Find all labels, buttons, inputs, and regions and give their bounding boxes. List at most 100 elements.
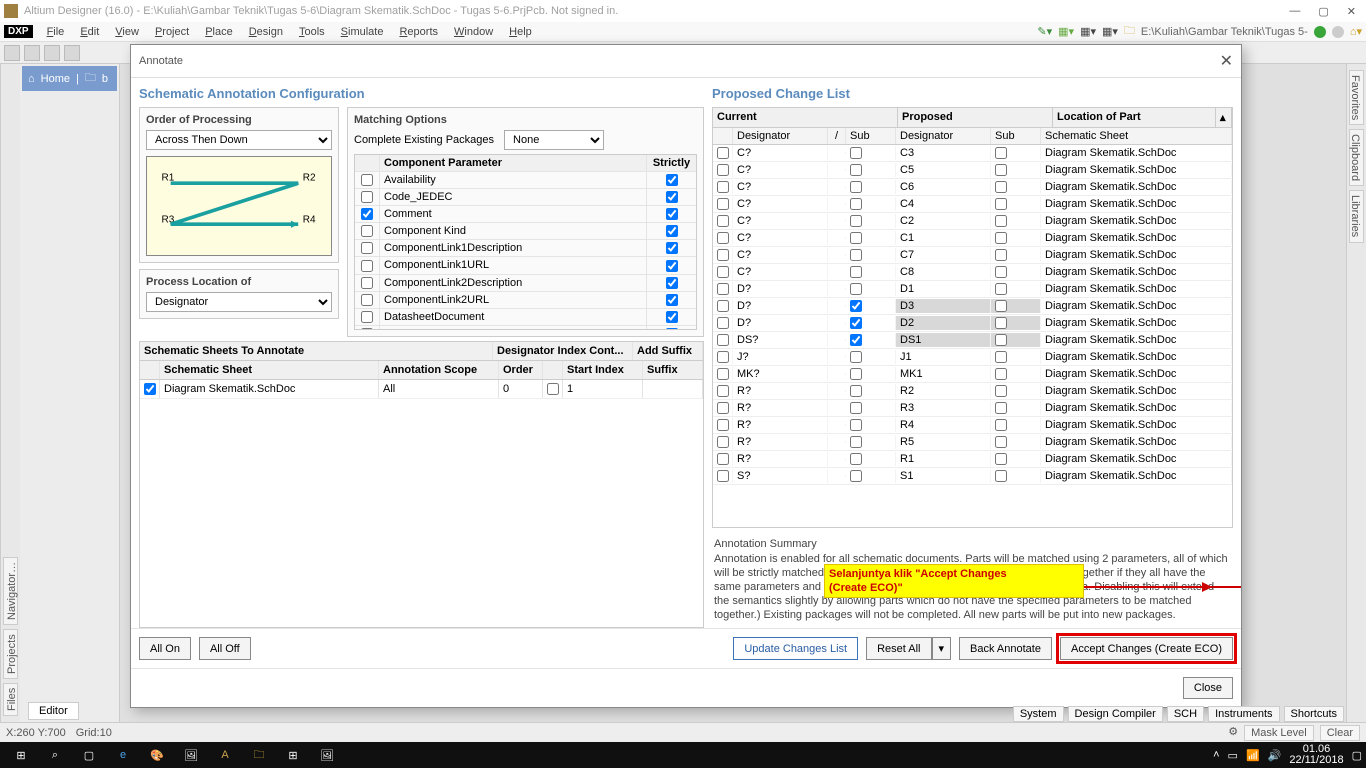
update-changes-button[interactable]: Update Changes List bbox=[733, 637, 858, 660]
matching-row[interactable]: DatasheetVersion bbox=[355, 326, 696, 330]
proposed-row[interactable]: D? D3 Diagram Skematik.SchDoc bbox=[713, 298, 1232, 315]
dock-projects[interactable]: Projects bbox=[3, 629, 18, 679]
all-on-button[interactable]: All On bbox=[139, 637, 191, 660]
row-check[interactable] bbox=[717, 334, 729, 346]
sub-check[interactable] bbox=[850, 453, 862, 465]
new-file-icon[interactable] bbox=[4, 45, 20, 61]
col-param[interactable]: Component Parameter bbox=[379, 155, 646, 171]
sub-check[interactable] bbox=[850, 436, 862, 448]
strict-check[interactable] bbox=[666, 191, 678, 203]
menu-place[interactable]: Place bbox=[197, 26, 241, 38]
menu-reports[interactable]: Reports bbox=[391, 26, 446, 38]
app2-icon[interactable]: 🖼 bbox=[174, 744, 208, 766]
psub-check[interactable] bbox=[995, 164, 1007, 176]
psub-check[interactable] bbox=[995, 351, 1007, 363]
psub-check[interactable] bbox=[995, 283, 1007, 295]
sub-check[interactable] bbox=[850, 368, 862, 380]
taskview-icon[interactable]: ▢ bbox=[72, 744, 106, 766]
param-check[interactable] bbox=[361, 174, 373, 186]
dxp-menu[interactable]: DXP bbox=[4, 25, 33, 38]
row-check[interactable] bbox=[717, 283, 729, 295]
strict-check[interactable] bbox=[666, 294, 678, 306]
accept-changes-button[interactable]: Accept Changes (Create ECO) bbox=[1060, 637, 1233, 660]
search-icon[interactable]: ⌕ bbox=[38, 744, 72, 766]
status-chip-design-compiler[interactable]: Design Compiler bbox=[1068, 706, 1163, 722]
toolbar-icon3[interactable]: ▦▾ bbox=[1080, 25, 1096, 38]
menu-project[interactable]: Project bbox=[147, 26, 197, 38]
dock-favorites[interactable]: Favorites bbox=[1349, 70, 1364, 125]
proposed-row[interactable]: C? C1 Diagram Skematik.SchDoc bbox=[713, 230, 1232, 247]
sub-check[interactable] bbox=[850, 215, 862, 227]
col-dix[interactable]: Designator Index Cont... bbox=[493, 342, 633, 360]
menu-view[interactable]: View bbox=[107, 26, 147, 38]
photos-icon[interactable]: 🖼 bbox=[310, 744, 344, 766]
process-loc-select[interactable]: Designator bbox=[146, 292, 332, 312]
wifi-icon[interactable]: 📶 bbox=[1246, 749, 1260, 762]
sub-check[interactable] bbox=[850, 402, 862, 414]
status-chip-sch[interactable]: SCH bbox=[1167, 706, 1204, 722]
row-check[interactable] bbox=[717, 402, 729, 414]
proposed-row[interactable]: C? C2 Diagram Skematik.SchDoc bbox=[713, 213, 1232, 230]
back-annotate-button[interactable]: Back Annotate bbox=[959, 637, 1052, 660]
col-des-prop[interactable]: Designator bbox=[896, 128, 991, 144]
menu-window[interactable]: Window bbox=[446, 26, 501, 38]
col-sub-prop[interactable]: Sub bbox=[991, 128, 1041, 144]
menu-simulate[interactable]: Simulate bbox=[333, 26, 392, 38]
app1-icon[interactable]: 🎨 bbox=[140, 744, 174, 766]
matching-row[interactable]: Code_JEDEC bbox=[355, 189, 696, 206]
sub-check[interactable] bbox=[850, 317, 862, 329]
strict-check[interactable] bbox=[666, 277, 678, 289]
edge-icon[interactable]: e bbox=[106, 744, 140, 766]
gear-icon[interactable]: ⚙ bbox=[1228, 725, 1238, 741]
sub-check[interactable] bbox=[850, 266, 862, 278]
matching-row[interactable]: ComponentLink2URL bbox=[355, 292, 696, 309]
psub-check[interactable] bbox=[995, 368, 1007, 380]
col-suffix[interactable]: Suffix bbox=[643, 361, 703, 379]
row-check[interactable] bbox=[717, 470, 729, 482]
psub-check[interactable] bbox=[995, 232, 1007, 244]
sub-check[interactable] bbox=[850, 164, 862, 176]
scroll-up-icon[interactable]: ▴ bbox=[1216, 108, 1232, 127]
col-scope[interactable]: Annotation Scope bbox=[379, 361, 499, 379]
dock-clipboard[interactable]: Clipboard bbox=[1349, 129, 1364, 186]
row-check[interactable] bbox=[717, 368, 729, 380]
proposed-row[interactable]: D? D1 Diagram Skematik.SchDoc bbox=[713, 281, 1232, 298]
col-sheet2[interactable]: Schematic Sheet bbox=[1041, 128, 1232, 144]
proposed-row[interactable]: D? D2 Diagram Skematik.SchDoc bbox=[713, 315, 1232, 332]
editor-tab[interactable]: Editor bbox=[28, 702, 79, 720]
complete-select[interactable]: None bbox=[504, 130, 604, 150]
proposed-row[interactable]: J? J1 Diagram Skematik.SchDoc bbox=[713, 349, 1232, 366]
calc-icon[interactable]: ⊞ bbox=[276, 744, 310, 766]
start-button[interactable]: ⊞ bbox=[4, 744, 38, 766]
proposed-row[interactable]: C? C7 Diagram Skematik.SchDoc bbox=[713, 247, 1232, 264]
proposed-row[interactable]: C? C5 Diagram Skematik.SchDoc bbox=[713, 162, 1232, 179]
proposed-row[interactable]: R? R3 Diagram Skematik.SchDoc bbox=[713, 400, 1232, 417]
row-check[interactable] bbox=[717, 215, 729, 227]
row-check[interactable] bbox=[717, 351, 729, 363]
psub-check[interactable] bbox=[995, 453, 1007, 465]
param-check[interactable] bbox=[361, 208, 373, 220]
matching-row[interactable]: ComponentLink1Description bbox=[355, 240, 696, 257]
psub-check[interactable] bbox=[995, 470, 1007, 482]
col-sort[interactable]: / bbox=[828, 128, 846, 144]
toolbar-icon4[interactable]: ▦▾ bbox=[1102, 25, 1118, 38]
row-check[interactable] bbox=[717, 181, 729, 193]
home-icon[interactable]: ⌂▾ bbox=[1350, 25, 1362, 38]
matching-row[interactable]: DatasheetDocument bbox=[355, 309, 696, 326]
mask-level-button[interactable]: Mask Level bbox=[1244, 725, 1314, 741]
sub-check[interactable] bbox=[850, 351, 862, 363]
param-check[interactable] bbox=[361, 277, 373, 289]
psub-check[interactable] bbox=[995, 334, 1007, 346]
psub-check[interactable] bbox=[995, 147, 1007, 159]
sub-check[interactable] bbox=[850, 283, 862, 295]
sub-check[interactable] bbox=[850, 385, 862, 397]
sheet-check[interactable] bbox=[144, 383, 156, 395]
reset-all-button[interactable]: Reset All bbox=[866, 637, 931, 660]
proposed-row[interactable]: S? S1 Diagram Skematik.SchDoc bbox=[713, 468, 1232, 485]
nav-fwd-icon[interactable] bbox=[1332, 26, 1344, 38]
dock-libraries[interactable]: Libraries bbox=[1349, 190, 1364, 242]
strict-check[interactable] bbox=[666, 242, 678, 254]
strict-check[interactable] bbox=[666, 260, 678, 272]
matching-row[interactable]: Availability bbox=[355, 172, 696, 189]
explorer-icon[interactable]: 🗀 bbox=[242, 744, 276, 766]
